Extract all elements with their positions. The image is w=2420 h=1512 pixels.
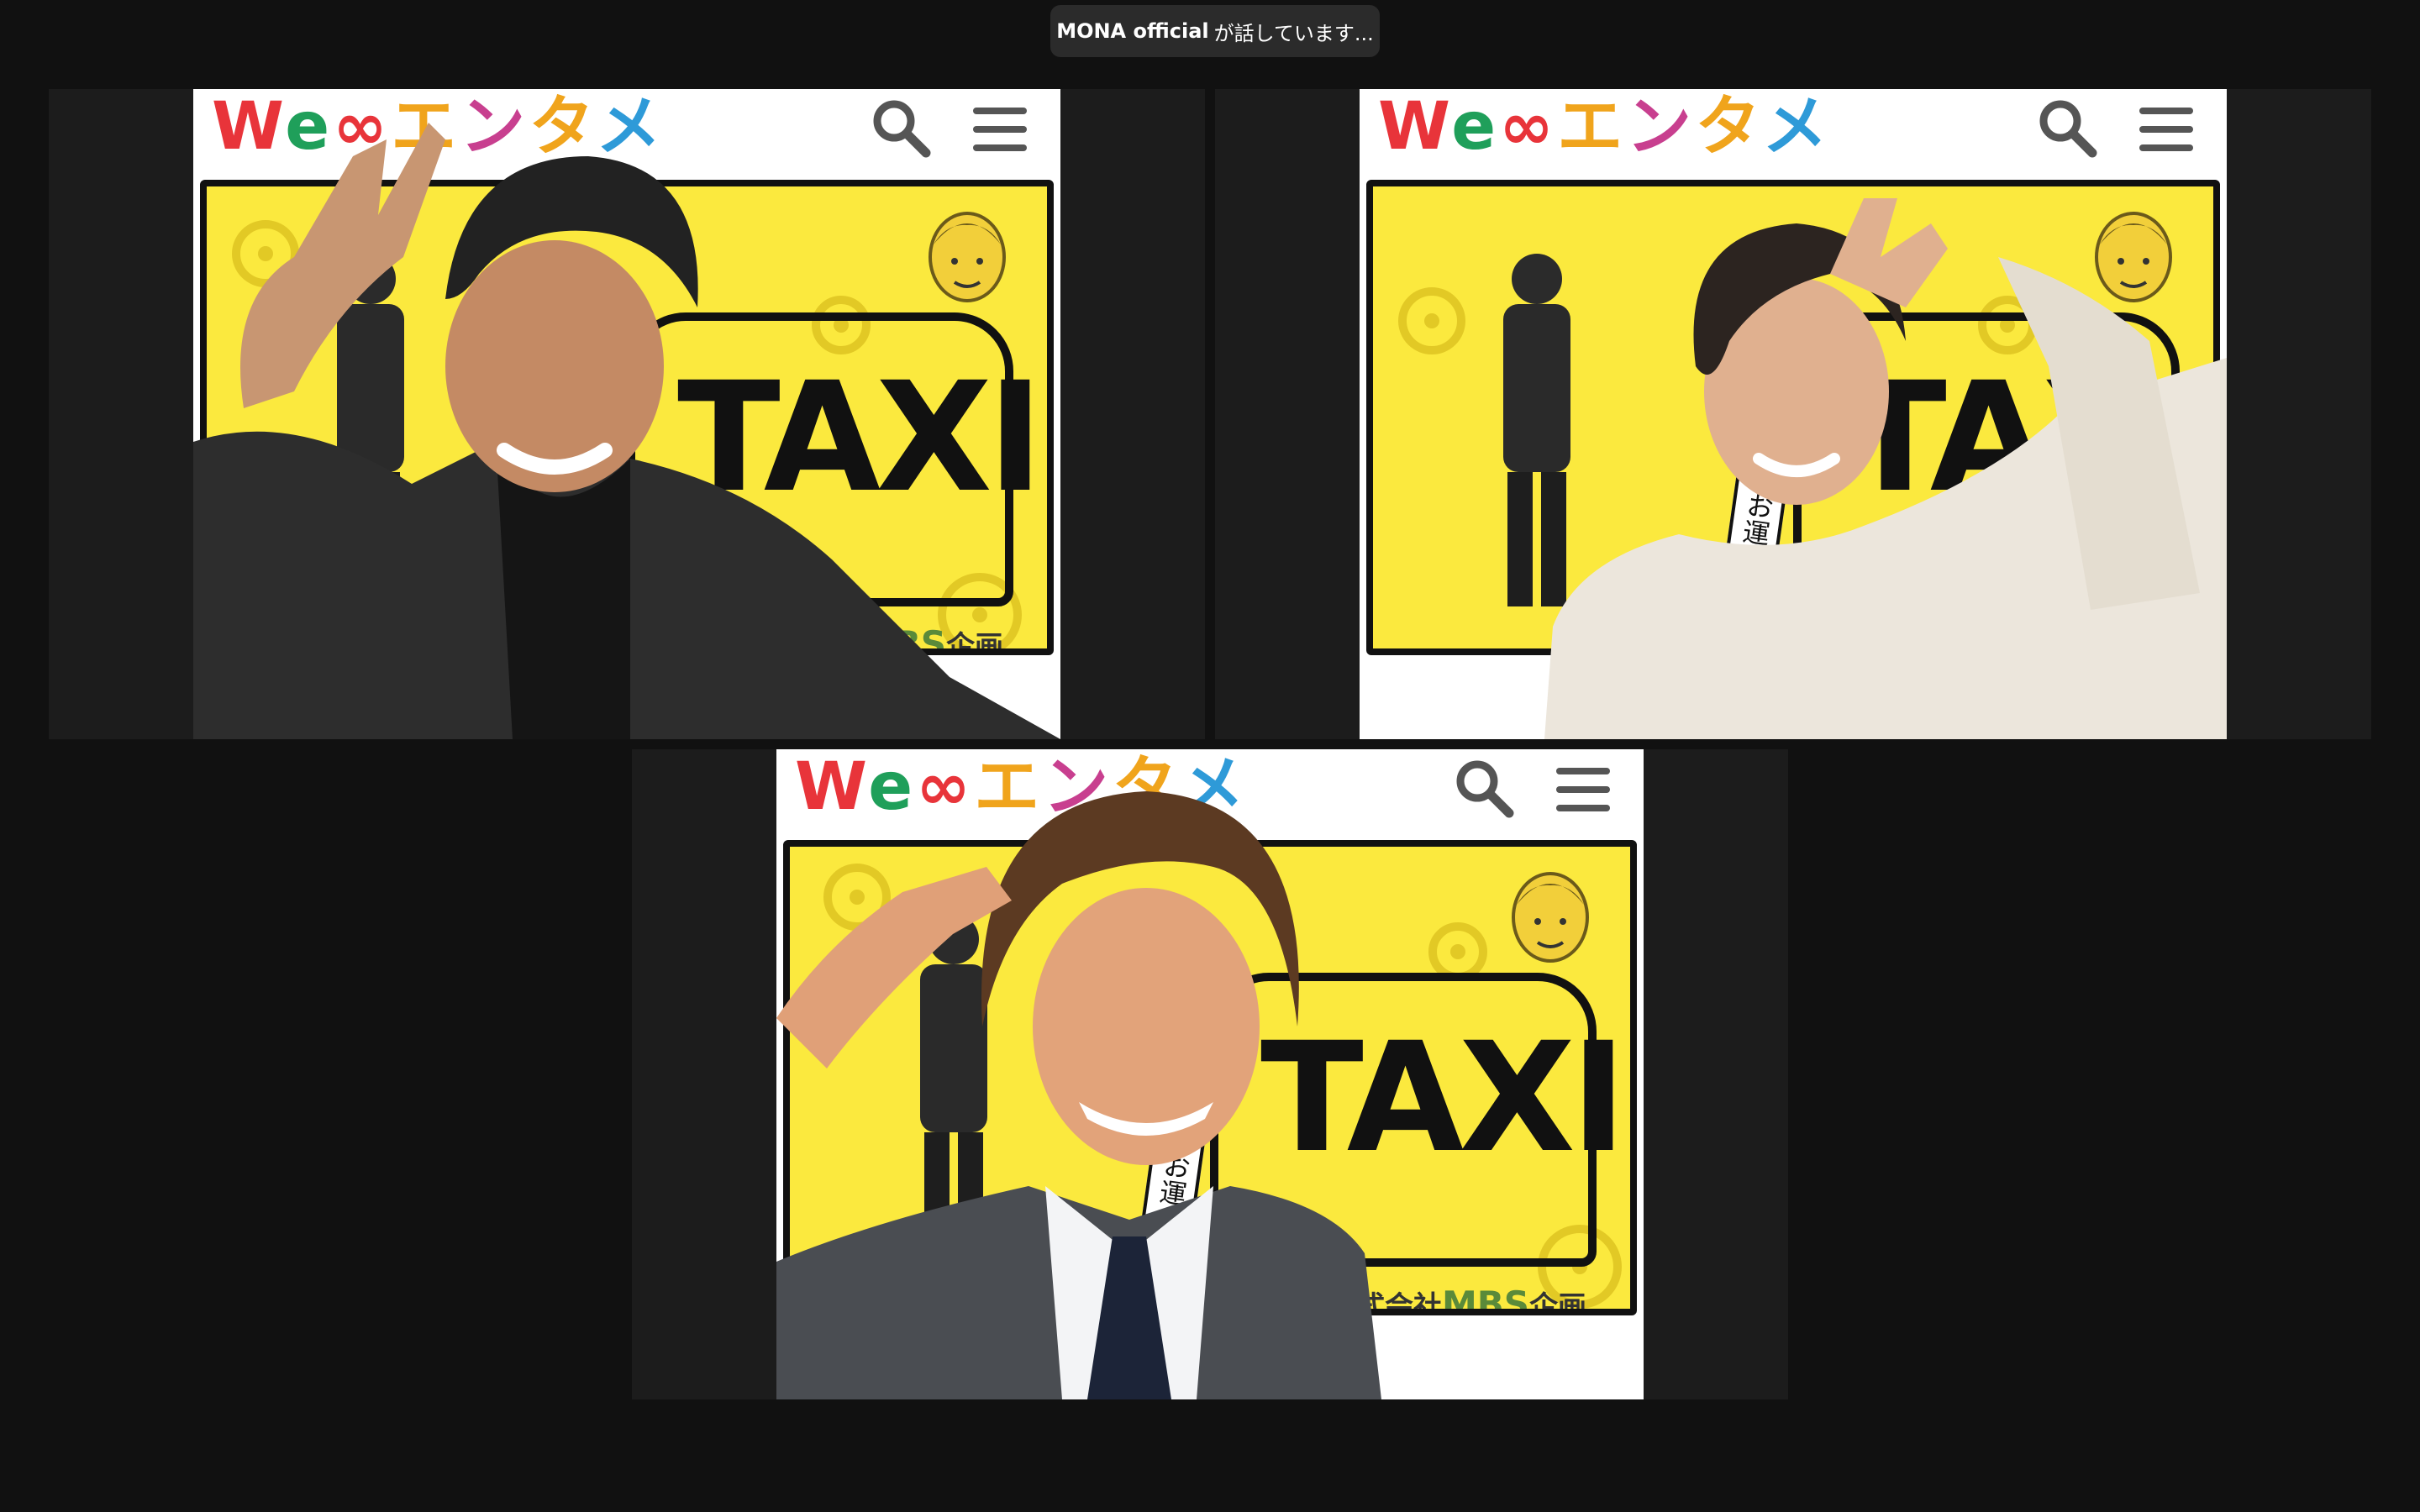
video-tile-2[interactable]: We∞エンタメ 心を込めてお運びしま TAXI [1215,89,2371,739]
video-feed: We∞エンタメ 心を込めてお運びしま TAXI [776,749,1644,1399]
participant-3-video [776,791,1381,1399]
video-tile-1[interactable]: We∞エンタメ 心を込めてお運びしま TAXI [49,89,1205,739]
video-feed: We∞エンタメ 心を込めてお運びしま TAXI [1360,89,2227,739]
participant-2-video [1544,198,2227,739]
speaking-indicator: MONA official が話しています... [1050,5,1380,57]
participant-1-video [193,123,1060,739]
speaking-status: が話しています... [1213,21,1374,45]
speaker-name: MONA official [1056,19,1209,43]
video-feed: We∞エンタメ 心を込めてお運びしま TAXI [193,89,1060,739]
video-tile-3[interactable]: We∞エンタメ 心を込めてお運びしま TAXI [632,749,1788,1399]
